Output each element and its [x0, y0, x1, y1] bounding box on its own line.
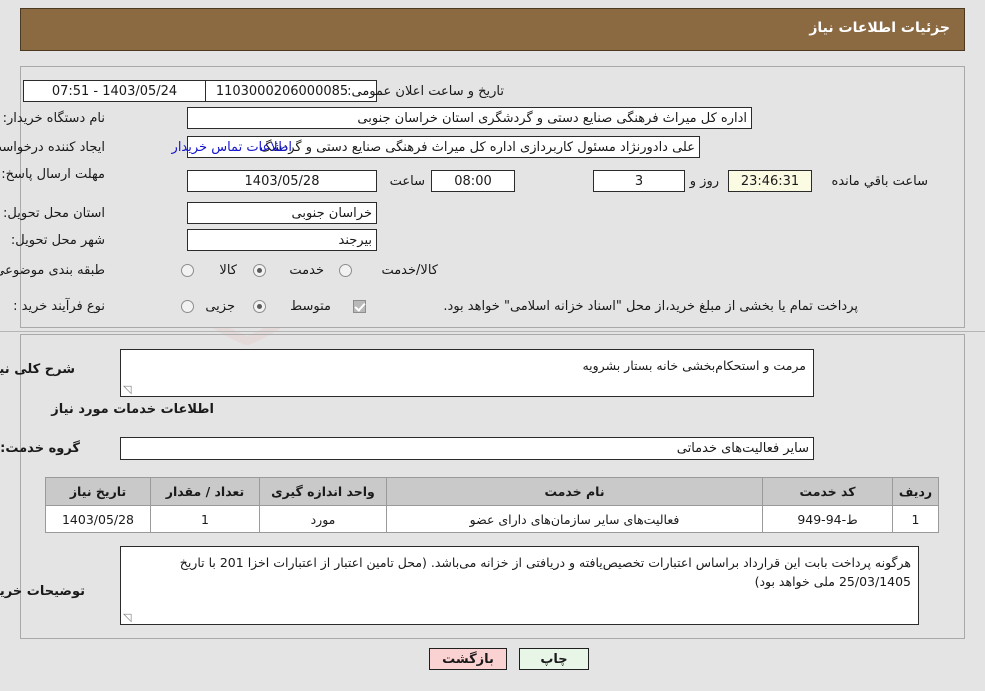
remaining-days-suffix: روز و: [689, 174, 719, 189]
services-table: ردیف کد خدمت نام خدمت واحد اندازه گیری ت…: [45, 477, 939, 533]
buyer-org-label: نام دستگاه خریدار:: [2, 111, 105, 126]
radio-process-jozii[interactable]: [181, 300, 194, 313]
province-label: استان محل تحویل:: [3, 206, 105, 221]
section-divider-1: [0, 331, 985, 332]
col-need-date: تاریخ نیاز: [45, 477, 151, 506]
general-desc-label: شرح کلی نیاز:: [0, 362, 75, 377]
announce-datetime-value: 1403/05/24 - 07:51: [23, 80, 206, 102]
remaining-suffix-label: ساعت باقي مانده: [831, 174, 928, 189]
col-service-name: نام خدمت: [386, 477, 763, 506]
buyer-org-value: اداره کل میراث فرهنگی صنایع دستی و گردشگ…: [187, 107, 752, 129]
general-desc-value: مرمت و استحکام‌بخشی خانه بستار بشرویه: [582, 358, 806, 373]
services-table-wrap: ردیف کد خدمت نام خدمت واحد اندازه گیری ت…: [45, 477, 939, 533]
city-label: شهر محل تحویل:: [10, 233, 105, 248]
radio-category-kala-khedmat-label: کالا/خدمت: [381, 263, 438, 278]
checkbox-treasury-bonds[interactable]: [353, 300, 366, 313]
page-root: AriaTender.net جزئیات اطلاعات نیاز شماره…: [0, 0, 985, 691]
buyer-notes-label: توضیحات خریدار:: [0, 584, 85, 599]
col-row-no: ردیف: [892, 477, 939, 506]
buyer-notes-value: هرگونه پرداخت بابت این قرارداد براساس اع…: [179, 555, 911, 590]
page-header: جزئیات اطلاعات نیاز: [20, 8, 965, 51]
deadline-label-text: مهلت ارسال پاسخ: تا تاریخ:: [0, 167, 105, 182]
col-quantity: تعداد / مقدار: [150, 477, 260, 506]
resize-grip-icon-notes[interactable]: ◸: [123, 611, 133, 624]
buyer-contact-link[interactable]: اطلاعات تماس خریدار: [172, 140, 292, 155]
cell-need-date: 1403/05/28: [45, 505, 151, 533]
remaining-clock-value: 23:46:31: [728, 170, 812, 192]
general-desc-textarea[interactable]: مرمت و استحکام‌بخشی خانه بستار بشرویه ◸: [120, 349, 814, 397]
cell-service-code: ط-94-949: [762, 505, 893, 533]
need-summary-panel: [20, 66, 965, 328]
radio-category-khedmat[interactable]: [253, 264, 266, 277]
cell-unit: مورد: [259, 505, 387, 533]
radio-process-motavaset-label: متوسط: [290, 299, 331, 314]
radio-category-khedmat-label: خدمت: [289, 263, 324, 278]
back-button[interactable]: بازگشت: [429, 648, 507, 670]
category-label: طبقه بندی موضوعی:: [0, 263, 105, 278]
city-value: بیرجند: [187, 229, 377, 251]
radio-category-kala[interactable]: [181, 264, 194, 277]
remaining-days-value: 3: [593, 170, 685, 192]
requester-label: ایجاد کننده درخواست:: [0, 140, 105, 155]
col-service-code: کد خدمت: [762, 477, 893, 506]
service-group-value: سایر فعالیت‌های خدماتی: [120, 437, 814, 460]
deadline-date-value: 1403/05/28: [187, 170, 377, 192]
announce-datetime-label: تاریخ و ساعت اعلان عمومی:: [347, 84, 504, 99]
radio-category-kala-label: کالا: [219, 263, 237, 278]
cell-service-name: فعالیت‌های سایر سازمان‌های دارای عضو: [386, 505, 763, 533]
services-section-title: اطلاعات خدمات مورد نیاز: [51, 402, 214, 417]
radio-process-motavaset[interactable]: [253, 300, 266, 313]
radio-category-kala-khedmat[interactable]: [339, 264, 352, 277]
table-header-row: ردیف کد خدمت نام خدمت واحد اندازه گیری ت…: [45, 477, 939, 506]
radio-process-jozii-label: جزیی: [205, 299, 235, 314]
resize-grip-icon[interactable]: ◸: [123, 383, 133, 396]
buyer-notes-textarea[interactable]: هرگونه پرداخت بابت این قرارداد براساس اع…: [120, 546, 919, 625]
service-group-label: گروه خدمت:: [0, 441, 80, 456]
col-unit: واحد اندازه گیری: [259, 477, 387, 506]
deadline-time-value: 08:00: [431, 170, 515, 192]
treasury-note-text: پرداخت تمام یا بخشی از مبلغ خرید،از محل …: [443, 299, 858, 314]
deadline-label: مهلت ارسال پاسخ: تا تاریخ:: [0, 166, 105, 184]
cell-row-no: 1: [892, 505, 939, 533]
deadline-time-label: ساعت: [389, 174, 425, 189]
cell-quantity: 1: [150, 505, 260, 533]
page-title: جزئیات اطلاعات نیاز: [809, 20, 950, 36]
table-row: 1 ط-94-949 فعالیت‌های سایر سازمان‌های دا…: [45, 505, 939, 533]
print-button[interactable]: چاپ: [519, 648, 589, 670]
province-value: خراسان جنوبی: [187, 202, 377, 224]
process-label: نوع فرآیند خرید :: [13, 299, 105, 314]
